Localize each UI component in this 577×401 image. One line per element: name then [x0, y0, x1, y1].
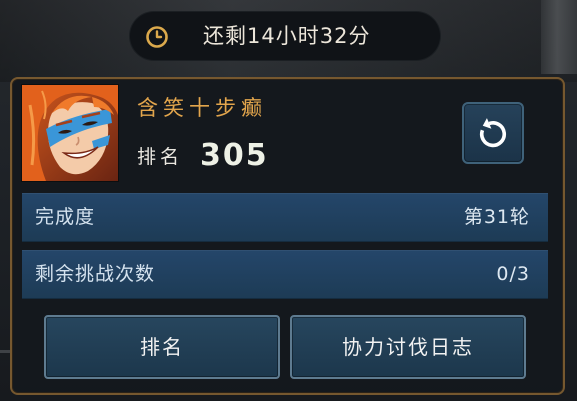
countdown-timer: 还剩14小时32分 — [130, 12, 440, 60]
stat-row-attempts: 剩余挑战次数 0/3 — [22, 250, 548, 299]
raid-log-button[interactable]: 协力讨伐日志 — [290, 315, 526, 379]
raid-panel: 含笑十步癫 排名 305 完成度 第31轮 剩余挑战次数 0/3 排名 协力讨伐… — [10, 77, 565, 395]
player-name: 含笑十步癫 — [137, 96, 267, 120]
rank-value: 305 — [200, 138, 269, 173]
stat-value: 第31轮 — [463, 206, 530, 228]
stat-label: 剩余挑战次数 — [35, 263, 156, 285]
clock-icon — [145, 25, 169, 49]
refresh-icon — [475, 115, 511, 151]
player-avatar — [22, 85, 118, 181]
countdown-text: 还剩14小时32分 — [203, 24, 371, 48]
stat-label: 完成度 — [35, 206, 96, 228]
rank-label: 排名 — [137, 146, 184, 168]
refresh-button[interactable] — [462, 102, 524, 164]
game-screen: 还剩14小时32分 含笑十步癫 排名 305 完成度 第31轮 剩余挑战次数 0… — [0, 0, 577, 401]
background-line — [0, 350, 10, 353]
background-pipe — [541, 0, 577, 74]
stat-row-progress: 完成度 第31轮 — [22, 193, 548, 242]
stat-value: 0/3 — [496, 263, 530, 285]
ranking-button[interactable]: 排名 — [44, 315, 280, 379]
